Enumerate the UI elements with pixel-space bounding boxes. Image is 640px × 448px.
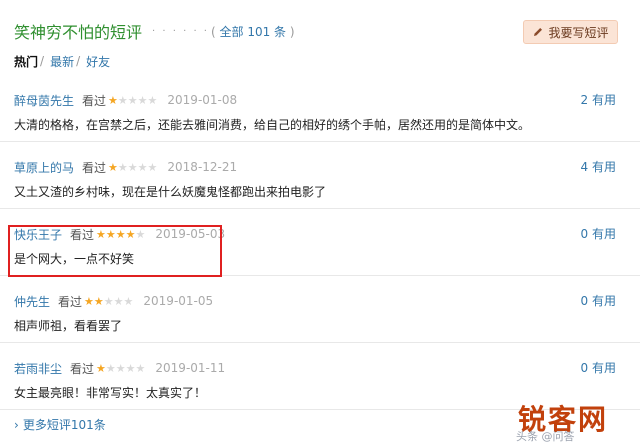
comment-meta: 若雨非尘 看过 ★ ★ ★ ★ ★ 2019-01-11 bbox=[14, 359, 225, 377]
comment-meta: 醉母茵先生 看过 ★ ★ ★ ★ ★ 2019-01-08 bbox=[14, 91, 237, 109]
comment-text: 女主最亮眼！非常写实！太真实了！ bbox=[14, 386, 207, 400]
star-empty-icon: ★ bbox=[137, 160, 148, 174]
section-title: 笑神穷不怕的短评 bbox=[14, 23, 143, 42]
useful-vote-button[interactable]: 0 有用 bbox=[581, 359, 616, 376]
paren-open: ( bbox=[210, 24, 216, 39]
rating-stars: ★ ★ ★ ★ ★ bbox=[108, 162, 157, 173]
star-empty-icon: ★ bbox=[123, 294, 134, 308]
filter-separator: / bbox=[40, 54, 45, 68]
comment-meta: 仲先生 看过 ★ ★ ★ ★ ★ 2019-01-05 bbox=[14, 292, 213, 310]
comment-date: 2018-12-21 bbox=[167, 160, 238, 174]
star-empty-icon: ★ bbox=[135, 361, 146, 375]
useful-vote-button[interactable]: 0 有用 bbox=[581, 292, 616, 309]
all-comments-label: 全部 101 条 bbox=[219, 24, 287, 39]
star-empty-icon: ★ bbox=[105, 361, 116, 375]
rating-stars: ★ ★ ★ ★ ★ bbox=[96, 363, 145, 374]
sort-filters: 热门 / 最新 / 好友 bbox=[14, 52, 110, 70]
star-filled-icon: ★ bbox=[108, 160, 118, 174]
watch-status: 看过 bbox=[82, 160, 107, 175]
comment-date: 2019-01-05 bbox=[143, 294, 214, 308]
all-comments-link[interactable]: ( 全部 101 条 ) bbox=[211, 23, 295, 40]
star-empty-icon: ★ bbox=[117, 160, 128, 174]
filter-hot[interactable]: 热门 bbox=[14, 53, 38, 70]
filter-separator: / bbox=[76, 54, 81, 68]
useful-vote-button[interactable]: 0 有用 bbox=[581, 225, 616, 242]
star-filled-icon: ★ bbox=[96, 361, 106, 375]
star-filled-icon: ★ bbox=[93, 294, 104, 308]
comment-text: 相声师祖，看看罢了 bbox=[14, 319, 123, 333]
comment-date: 2019-01-11 bbox=[155, 361, 226, 375]
star-empty-icon: ★ bbox=[117, 93, 128, 107]
more-comments-label: 更多短评101条 bbox=[22, 418, 106, 432]
star-empty-icon: ★ bbox=[127, 93, 138, 107]
pencil-icon bbox=[534, 28, 543, 36]
comment-item: 醉母茵先生 看过 ★ ★ ★ ★ ★ 2019-01-08 2 有用 大清的格格，在宫禁… bbox=[0, 84, 640, 142]
comment-meta: 草原上的马 看过 ★ ★ ★ ★ ★ 2018-12-21 bbox=[14, 158, 237, 176]
comment-author[interactable]: 草原上的马 bbox=[14, 159, 74, 176]
star-empty-icon: ★ bbox=[147, 160, 158, 174]
write-review-label: 我要写短评 bbox=[548, 25, 609, 40]
watermark-source: 头条 @问答 bbox=[516, 430, 575, 443]
title-dots: · · · · · · bbox=[152, 25, 209, 37]
star-empty-icon: ★ bbox=[125, 361, 136, 375]
more-comments-link[interactable]: › 更多短评101条 bbox=[14, 416, 106, 433]
highlight-box bbox=[8, 225, 222, 277]
comment-item: 仲先生 看过 ★ ★ ★ ★ ★ 2019-01-05 0 有用 相声师祖，看看罢了 bbox=[0, 285, 640, 343]
star-filled-icon: ★ bbox=[108, 93, 118, 107]
comment-text: 又土又渣的乡村味，现在是什么妖魔鬼怪都跑出来拍电影了 bbox=[14, 185, 327, 199]
watch-status: 看过 bbox=[58, 294, 83, 309]
star-empty-icon: ★ bbox=[127, 160, 138, 174]
watch-status: 看过 bbox=[82, 93, 107, 108]
paren-close: ) bbox=[289, 24, 295, 39]
write-review-button[interactable]: 我要写短评 bbox=[523, 20, 618, 44]
filter-friends[interactable]: 好友 bbox=[86, 53, 110, 70]
comment-author[interactable]: 醉母茵先生 bbox=[14, 92, 74, 109]
chevron-right-icon: › bbox=[14, 417, 19, 432]
star-empty-icon: ★ bbox=[113, 294, 124, 308]
rating-stars: ★ ★ ★ ★ ★ bbox=[108, 95, 157, 106]
star-empty-icon: ★ bbox=[147, 93, 158, 107]
star-empty-icon: ★ bbox=[137, 93, 148, 107]
useful-vote-button[interactable]: 4 有用 bbox=[581, 158, 616, 175]
comment-author[interactable]: 若雨非尘 bbox=[14, 360, 62, 377]
section-header: 笑神穷不怕的短评 · · · · · · ( 全部 101 条 ) bbox=[14, 18, 295, 44]
comment-item: 草原上的马 看过 ★ ★ ★ ★ ★ 2018-12-21 4 有用 又土又渣的乡村味，… bbox=[0, 151, 640, 209]
watch-status: 看过 bbox=[70, 361, 95, 376]
star-filled-icon: ★ bbox=[84, 294, 94, 308]
useful-vote-button[interactable]: 2 有用 bbox=[581, 91, 616, 108]
filter-latest[interactable]: 最新 bbox=[50, 53, 74, 70]
comment-author[interactable]: 仲先生 bbox=[14, 293, 50, 310]
comment-text: 大清的格格，在宫禁之后，还能去雅间消费，给自己的相好的绣个手帕，居然还用的是简体… bbox=[14, 118, 531, 132]
comment-date: 2019-01-08 bbox=[167, 93, 238, 107]
watermark: 锐客网 头条 @问答 bbox=[516, 398, 640, 448]
star-empty-icon: ★ bbox=[115, 361, 126, 375]
star-empty-icon: ★ bbox=[103, 294, 114, 308]
rating-stars: ★ ★ ★ ★ ★ bbox=[84, 296, 133, 307]
